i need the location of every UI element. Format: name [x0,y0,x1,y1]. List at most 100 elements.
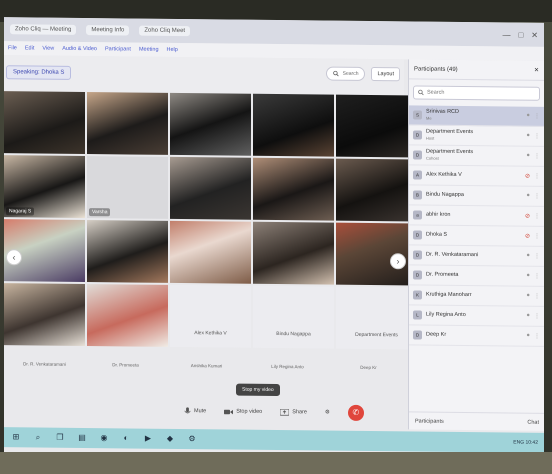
participant-info: Dr. Promeeta [426,272,458,279]
window-controls: — □ ✕ [502,30,538,39]
minimize-button[interactable]: — [502,30,510,39]
participant-name: Dr. R. Venkataramani [426,251,479,259]
speaking-indicator: Speaking: Dhoka S [6,65,72,80]
participant-row[interactable]: S Srinivas RCD Me ● ⋮ [409,105,544,127]
participant-row[interactable]: L Lily Regina Anto ● ⋮ [409,305,544,327]
file-explorer-icon[interactable]: ▤ [76,432,88,444]
bottom-name: Dr. Promeeta [112,362,139,368]
video-tile[interactable]: Varsha [87,156,168,219]
search-icon [332,70,339,77]
media-icon[interactable]: ▶ [142,433,154,445]
participant-name-label: Alex Kethika V [194,330,227,337]
settings-icon[interactable]: ⚙ [186,433,198,445]
video-tile[interactable] [170,220,251,284]
window-tab-meet[interactable]: Zoho Cliq Meet [139,25,191,37]
more-options-icon[interactable]: ⋮ [534,293,540,300]
participant-row[interactable]: A Alex Kethika V ⊘ ⋮ [409,165,544,187]
more-options-icon[interactable]: ⋮ [534,313,540,320]
more-options-icon[interactable]: ⋮ [534,333,540,340]
video-tile[interactable] [4,91,85,155]
system-tray[interactable]: ENG 10:42 [513,440,538,446]
participant-row[interactable]: D Dr. R. Venkataramani ● ⋮ [409,245,544,267]
video-tile[interactable]: Alex Kethika V [170,284,251,348]
mute-button[interactable]: Mute [184,406,206,416]
bottom-name: Dr. R. Venkataramani [23,361,66,367]
prev-page-button[interactable]: ‹ [6,249,22,266]
grid-search[interactable]: Search [325,66,366,81]
menu-edit[interactable]: Edit [25,45,34,51]
more-options-icon[interactable]: ⋮ [534,173,540,180]
video-tile[interactable] [253,221,334,285]
participant-row[interactable]: a abhir kron ⊘ ⋮ [409,205,544,227]
share-button[interactable]: Share [280,408,307,416]
more-options-icon[interactable]: ⋮ [534,253,540,260]
participant-role: Host [426,135,435,141]
more-options-icon[interactable]: ⋮ [534,233,540,240]
bottom-name-row: Dr. R. Venkataramani Dr. Promeeta Anshik… [4,361,408,379]
avatar: a [413,210,422,220]
more-options-icon[interactable]: ⋮ [534,213,540,220]
video-tile[interactable] [170,92,251,156]
window-tab-meeting[interactable]: Zoho Cliq — Meeting [10,24,77,35]
video-tile[interactable] [336,222,417,286]
menu-audio-video[interactable]: Audio & Video [62,46,97,52]
stop-video-label: Stop video [236,408,263,415]
window-tab-info[interactable]: Meeting Info [86,25,130,36]
chrome-icon[interactable]: ◉ [98,432,110,444]
video-tile[interactable] [87,92,168,155]
more-options-icon[interactable]: ⋮ [534,153,540,160]
more-options-icon[interactable]: ⋮ [534,113,540,120]
participant-info: Dr. R. Venkataramani [426,252,478,259]
task-view-icon[interactable]: ❐ [54,432,66,444]
participant-search-input[interactable]: Search [413,85,540,101]
menu-participant[interactable]: Participant [105,46,131,52]
participant-name-label: Bindu Nagappa [276,331,311,338]
participant-row[interactable]: D Department Events Host ● ⋮ [409,125,544,147]
leave-call-button[interactable]: ✆ [347,404,364,421]
video-tile[interactable] [87,284,168,347]
video-tile[interactable]: Nagaraj S [4,155,85,219]
participant-name: Bindu Nagappa [426,191,464,199]
stop-video-button[interactable]: Stop video [224,408,262,415]
participant-info: Department Events Host [426,129,473,142]
video-tile[interactable] [253,157,334,221]
windows-start-icon[interactable]: ⊞ [10,431,22,443]
participants-tab[interactable]: Participants [415,418,444,424]
more-options-icon[interactable]: ⋮ [534,193,540,200]
menu-view[interactable]: View [42,46,54,52]
more-options-icon[interactable]: ⋮ [534,133,540,140]
search-icon[interactable]: ⌕ [32,431,44,443]
menu-meeting[interactable]: Meeting [139,47,159,53]
participant-status: ● ⋮ [526,273,540,280]
layout-button[interactable]: Layout [371,67,400,82]
next-page-button[interactable]: › [390,253,406,270]
edge-icon[interactable]: ◐ [120,432,132,444]
video-tile[interactable]: Bindu Nagappa [253,285,334,349]
zoho-icon[interactable]: ◆ [164,433,176,445]
video-camera-icon [224,408,234,415]
participant-name-label: Varsha [89,208,111,217]
participant-row[interactable]: D Department Events Cohost ● ⋮ [409,145,544,167]
participant-row[interactable]: D Deep Kr ● ⋮ [409,325,544,347]
participant-row[interactable]: D Dhoka S ⊘ ⋮ [409,225,544,247]
more-options-icon[interactable]: ⋮ [534,273,540,280]
chat-tab[interactable]: Chat [527,419,539,425]
participant-row[interactable]: D Dr. Promeeta ● ⋮ [409,265,544,287]
close-button[interactable]: ✕ [531,30,538,39]
maximize-button[interactable]: □ [518,30,523,39]
video-tile[interactable]: Department Events [336,286,417,350]
menu-help[interactable]: Help [167,47,178,53]
video-tile[interactable] [336,94,417,158]
video-tile[interactable] [336,158,417,222]
video-tile[interactable] [253,93,334,157]
close-panel-icon[interactable]: ✕ [534,67,539,74]
video-tile[interactable] [87,220,168,283]
participant-row[interactable]: K Kruthiga Manoharr ● ⋮ [409,285,544,307]
settings-button[interactable]: ⚙ [325,410,330,416]
call-controls: Mute Stop video Share ⚙ ✆ [4,397,408,425]
participant-info: Bindu Nagappa [426,192,464,199]
video-tile[interactable] [4,283,85,347]
participant-row[interactable]: B Bindu Nagappa ● ⋮ [409,185,544,207]
menu-file[interactable]: File [8,45,17,51]
video-tile[interactable] [170,156,251,220]
